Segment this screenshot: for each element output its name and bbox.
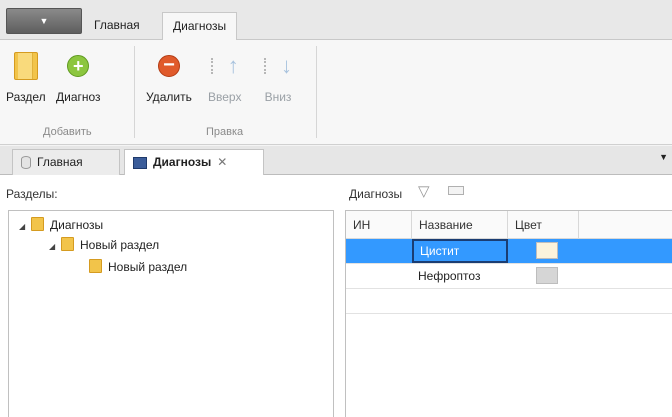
cell-id[interactable] [346,264,412,288]
cell-name[interactable]: Цистит [412,239,508,263]
cell-name[interactable]: Нефроптоз [412,264,508,288]
ribbon-separator [316,46,317,138]
move-up-button[interactable]: ↑ Вверх [208,50,241,104]
plus-circle-icon: + [62,50,94,82]
diagnoses-grid[interactable]: ИН Название Цвет Цистит Нефроптоз [345,210,672,417]
column-header-color[interactable]: Цвет [508,211,579,239]
arrow-down-icon: ↓ [262,50,294,82]
add-diagnosis-button[interactable]: + Диагноз [56,50,101,104]
tree-node-label: Новый раздел [108,260,188,274]
move-up-label: Вверх [208,90,242,104]
arrow-up-icon: ↑ [209,50,241,82]
expand-toggle-icon[interactable]: ◢ [49,237,61,257]
add-section-button[interactable]: Раздел [6,50,46,104]
color-swatch[interactable] [536,242,558,259]
folder-icon [89,259,102,273]
diagnoses-label: Диагнозы [349,187,403,201]
folder-icon [31,217,44,231]
table-row[interactable]: Нефроптоз [346,264,672,289]
column-header-id[interactable]: ИН [346,211,412,239]
database-icon [21,156,31,170]
doc-tab-main-label: Главная [37,155,83,169]
delete-button[interactable]: − Удалить [146,50,192,104]
delete-label: Удалить [146,90,192,104]
group-label-add: Добавить [43,126,92,138]
minus-circle-icon: − [153,50,185,82]
cell-id[interactable] [346,239,412,263]
column-header-name[interactable]: Название [412,211,508,239]
ribbon-tab-strip: ▼ Главная Диагнозы [0,0,672,41]
ribbon: Раздел + Диагноз Добавить − Удалить ↑ Вв… [0,40,672,145]
tree-node-label: Диагнозы [50,218,104,232]
move-down-button[interactable]: ↓ Вниз [262,50,294,104]
ribbon-tab-main[interactable]: Главная [84,12,150,40]
new-row[interactable] [346,289,672,314]
doc-tab-diagnoses-label: Диагнозы [153,155,212,169]
tree-node-label: Новый раздел [80,238,160,252]
close-icon[interactable]: ✕ [217,155,227,169]
tree-node[interactable]: ◢ Диагнозы [19,215,103,235]
tree-node[interactable]: Новый раздел [89,257,187,277]
folder-icon [61,237,74,251]
column-header-filler [579,211,672,239]
main-content: Разделы: ◢ Диагнозы ◢ Новый раздел Новый р… [0,175,672,417]
group-label-edit: Правка [206,126,244,138]
add-section-label: Раздел [6,90,46,104]
doc-tab-diagnoses[interactable]: Диагнозы ✕ [124,149,264,175]
app-menu-button[interactable]: ▼ [6,8,82,34]
grid-icon [133,156,147,169]
ribbon-tab-diagnoses[interactable]: Диагнозы [162,12,238,41]
table-row[interactable]: Цистит [346,239,672,264]
filter-icon[interactable]: ▽ [418,182,430,200]
add-diagnosis-label: Диагноз [56,90,101,104]
sections-label: Разделы: [6,187,58,201]
doc-tab-main[interactable]: Главная [12,149,120,175]
clear-filter-icon[interactable] [448,186,464,195]
document-tab-strip: Главная Диагнозы ✕ ▼ [0,146,672,175]
expand-toggle-icon[interactable]: ◢ [19,217,31,237]
tree-node[interactable]: ◢ Новый раздел [49,235,159,255]
color-swatch[interactable] [536,267,558,284]
tab-list-dropdown-icon[interactable]: ▼ [659,152,668,162]
folder-icon [10,50,42,82]
section-tree[interactable]: ◢ Диагнозы ◢ Новый раздел Новый раздел [8,210,334,417]
ribbon-separator [134,46,135,138]
move-down-label: Вниз [264,90,292,104]
